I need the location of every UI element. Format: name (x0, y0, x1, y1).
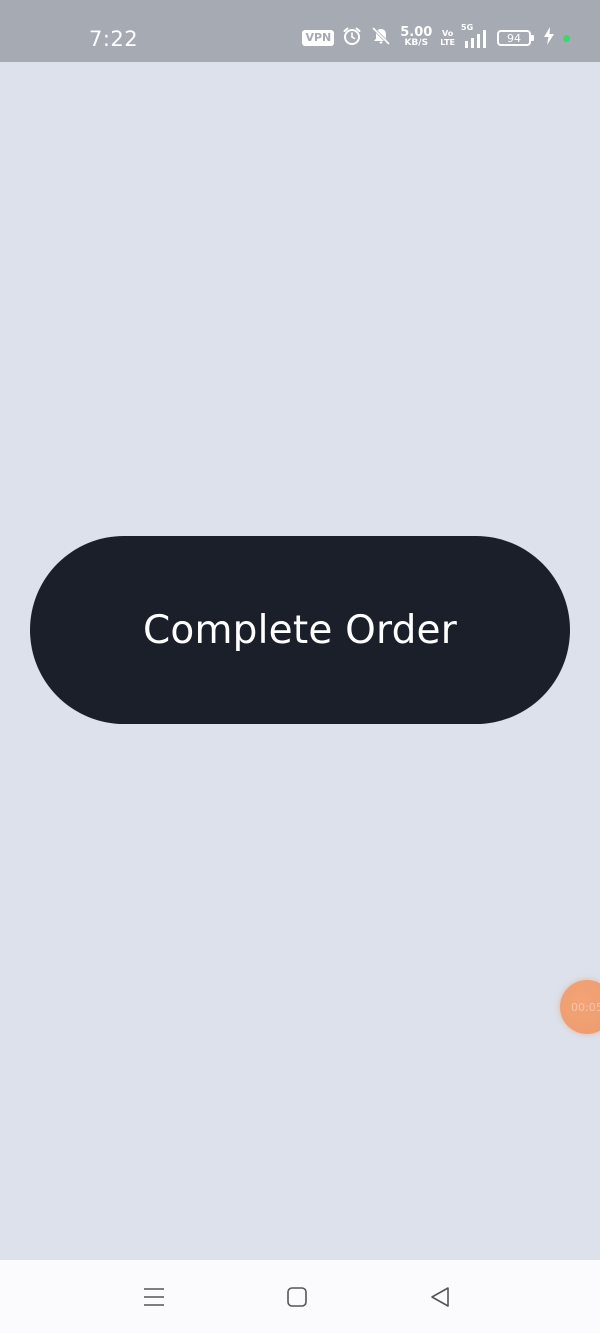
signal-bars-icon (465, 30, 486, 48)
battery-indicator: 94 (497, 30, 534, 46)
navigation-bar (0, 1260, 600, 1333)
battery-level: 94 (507, 31, 521, 45)
status-bar: 7:22 VPN 5.00 KB/S Vo LTE 5G 94 (0, 0, 600, 62)
app-screen: 7:22 VPN 5.00 KB/S Vo LTE 5G 94 Complete… (0, 0, 600, 1333)
network-speed: 5.00 KB/S (400, 25, 433, 49)
network-speed-unit: KB/S (404, 38, 429, 48)
back-button[interactable] (425, 1282, 455, 1312)
status-time: 7:22 (89, 27, 139, 51)
floating-recorder-bubble[interactable]: 00:05 (560, 980, 600, 1034)
volte-top: Vo (442, 29, 454, 38)
privacy-indicator-dot (563, 34, 570, 42)
signal-strength: 5G (461, 23, 489, 49)
recents-button[interactable] (139, 1282, 169, 1312)
volte-indicator: Vo LTE (440, 29, 455, 47)
lightning-icon (543, 26, 555, 51)
status-icons: VPN 5.00 KB/S Vo LTE 5G 94 (302, 23, 570, 52)
alarm-clock-icon (342, 26, 362, 51)
vpn-badge: VPN (302, 30, 335, 46)
network-type: 5G (461, 23, 474, 32)
menu-icon (144, 1288, 164, 1306)
square-home-icon (287, 1287, 307, 1307)
triangle-back-icon (431, 1287, 449, 1307)
volte-bottom: LTE (440, 38, 455, 47)
home-button[interactable] (282, 1282, 312, 1312)
complete-order-button[interactable]: Complete Order (30, 536, 570, 724)
network-speed-value: 5.00 (400, 25, 433, 40)
bell-off-icon (370, 26, 392, 51)
